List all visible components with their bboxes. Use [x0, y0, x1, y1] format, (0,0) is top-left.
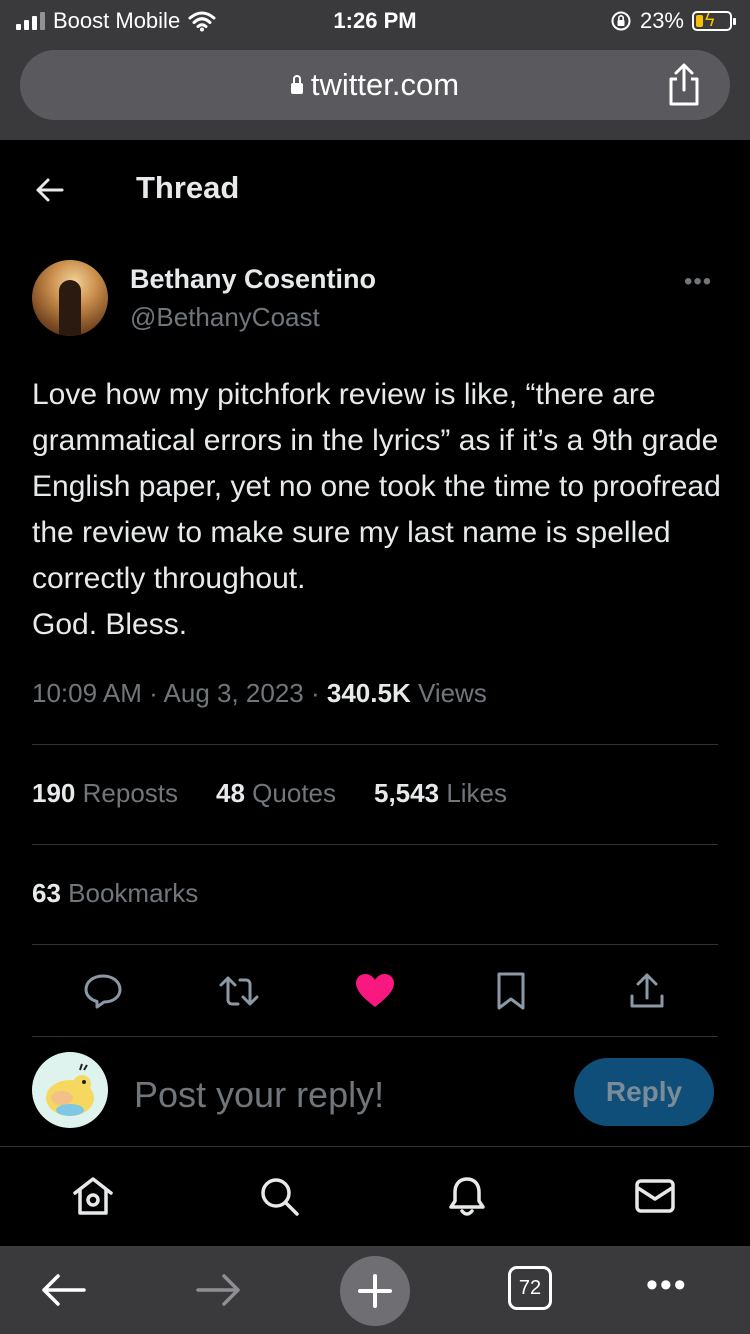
new-tab-button[interactable] [340, 1256, 410, 1326]
page-title: Thread [136, 170, 240, 205]
author-name[interactable]: Bethany Cosentino [130, 264, 376, 295]
tweet-meta: 10:09 AM · Aug 3, 2023 · 340.5K Views [32, 678, 487, 708]
bookmarks-count: 63 [32, 878, 61, 908]
my-avatar [32, 1052, 108, 1128]
browser-toolbar: 72 ••• [0, 1246, 750, 1334]
bookmark-icon[interactable] [488, 968, 534, 1014]
status-bar: Boost Mobile 1:26 PM 23% ϟ [0, 0, 750, 42]
author-handle[interactable]: @BethanyCoast [130, 302, 320, 333]
reply-button[interactable]: Reply [574, 1058, 714, 1126]
charging-bolt-icon: ϟ [705, 10, 715, 30]
tweet-time[interactable]: 10:09 AM [32, 678, 142, 708]
share-icon[interactable] [624, 968, 670, 1014]
url-display[interactable]: twitter.com [20, 67, 730, 103]
divider [32, 844, 718, 845]
reposts-label: Reposts [82, 778, 179, 808]
views-count: 340.5K [326, 678, 411, 708]
likes-label: Likes [446, 778, 508, 808]
browser-more-icon[interactable]: ••• [646, 1266, 688, 1305]
status-right: 23% ϟ [610, 8, 736, 34]
repost-icon[interactable] [216, 968, 262, 1014]
home-icon[interactable] [70, 1173, 116, 1219]
quotes-stat[interactable]: 48 Quotes [216, 778, 336, 809]
reposts-stat[interactable]: 190 Reposts [32, 778, 178, 809]
battery-percent: 23% [639, 8, 684, 33]
browser-share-icon[interactable] [662, 62, 706, 108]
quotes-label: Quotes [252, 778, 336, 808]
psyduck-avatar-icon [46, 1063, 94, 1116]
bookmarks-label: Bookmarks [68, 878, 199, 908]
url-text: twitter.com [310, 67, 460, 102]
tabs-button[interactable]: 72 [508, 1266, 552, 1310]
likes-stat[interactable]: 5,543 Likes [374, 778, 507, 809]
views-label: Views [417, 678, 487, 708]
mail-icon[interactable] [632, 1173, 678, 1219]
divider [32, 1036, 718, 1037]
bell-icon[interactable] [444, 1173, 490, 1219]
back-arrow-icon[interactable] [32, 172, 68, 208]
bottom-nav [0, 1146, 750, 1247]
more-options-icon[interactable]: ••• [684, 268, 712, 296]
tweet-date[interactable]: Aug 3, 2023 [164, 678, 304, 708]
author-avatar[interactable] [32, 260, 108, 336]
engagement-stats: 190 Reposts 48 Quotes 5,543 Likes [32, 778, 507, 809]
tweet-text: Love how my pitchfork review is like, “t… [32, 378, 721, 641]
battery-fill [696, 15, 703, 27]
divider [32, 744, 718, 745]
browser-back-icon[interactable] [38, 1270, 88, 1310]
browser-forward-icon[interactable] [194, 1270, 244, 1310]
bookmarks-stat[interactable]: 63 Bookmarks [32, 878, 198, 909]
comment-icon[interactable] [80, 968, 126, 1014]
heart-icon[interactable] [352, 968, 398, 1014]
search-icon[interactable] [256, 1173, 302, 1219]
plus-icon [358, 1274, 392, 1308]
address-bar[interactable]: twitter.com [20, 50, 730, 120]
lock-icon [290, 75, 303, 94]
battery-icon: ϟ [692, 10, 736, 31]
quotes-count: 48 [216, 778, 245, 808]
avatar-silhouette [59, 280, 81, 336]
reply-input[interactable]: Post your reply! [134, 1074, 384, 1116]
divider [32, 944, 718, 945]
browser-top-chrome: Boost Mobile 1:26 PM 23% ϟ twitter.com [0, 0, 750, 140]
orientation-lock-icon [611, 11, 631, 31]
likes-count: 5,543 [374, 778, 440, 808]
reposts-count: 190 [32, 778, 76, 808]
tweet-actions [32, 968, 718, 1018]
